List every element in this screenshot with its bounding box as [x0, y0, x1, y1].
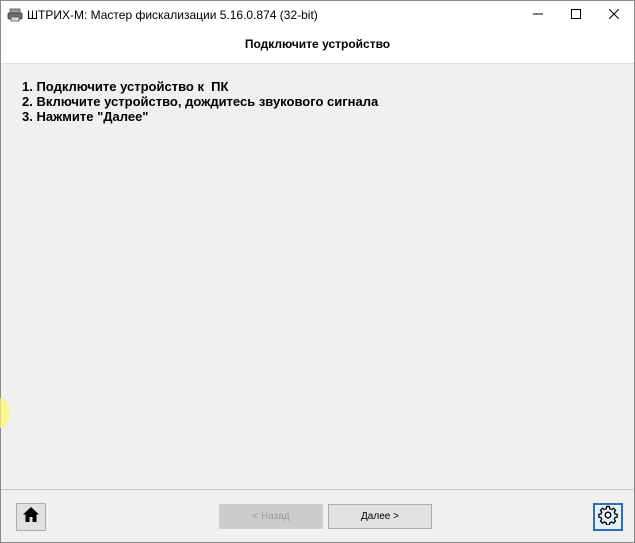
window-title: ШТРИХ-М: Мастер фискализации 5.16.0.874 … [27, 8, 318, 22]
app-icon [7, 8, 23, 22]
instruction-step: 1. Подключите устройство к ПК [22, 79, 229, 94]
minimize-button[interactable] [518, 1, 558, 29]
maximize-button[interactable] [556, 1, 596, 29]
content-area: 1. Подключите устройство к ПК 2. Включит… [1, 64, 634, 489]
home-icon [22, 506, 40, 528]
minimize-icon [533, 6, 543, 24]
settings-button[interactable] [593, 503, 623, 531]
next-button[interactable]: Далее > [328, 504, 432, 529]
page-header: Подключите устройство [1, 29, 634, 64]
close-icon [608, 6, 620, 24]
page-title: Подключите устройство [244, 37, 391, 51]
close-button[interactable] [594, 1, 634, 29]
footer-bar: < Назад Далее > [1, 489, 634, 542]
title-bar[interactable]: ШТРИХ-М: Мастер фискализации 5.16.0.874 … [1, 1, 634, 29]
app-window: ШТРИХ-М: Мастер фискализации 5.16.0.874 … [0, 0, 635, 543]
instruction-list: 1. Подключите устройство к ПК 2. Включит… [22, 79, 378, 124]
back-button[interactable]: < Назад [219, 504, 323, 529]
gear-icon [598, 505, 618, 530]
home-button[interactable] [16, 503, 46, 531]
maximize-icon [571, 6, 581, 24]
instruction-step: 3. Нажмите "Далее" [22, 109, 149, 124]
instruction-step: 2. Включите устройство, дождитесь звуков… [22, 94, 379, 109]
